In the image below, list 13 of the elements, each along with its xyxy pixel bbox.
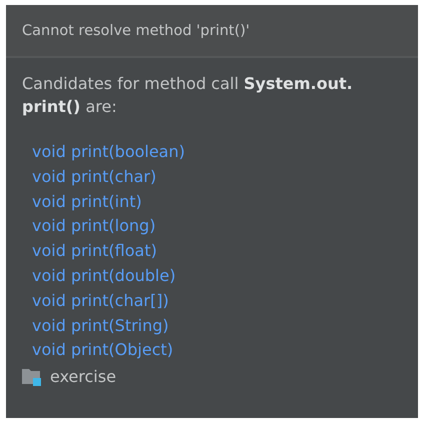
description-text: Candidates for method call System.out. print() are: xyxy=(22,73,354,118)
candidate-link[interactable]: void print(double) xyxy=(32,264,176,289)
candidate-link[interactable]: void print(char) xyxy=(32,164,156,190)
candidate-link[interactable]: void print(int) xyxy=(32,190,142,214)
error-title: Cannot resolve method 'print()' xyxy=(22,22,250,38)
candidate-link[interactable]: void print(long) xyxy=(32,214,156,240)
candidate-link[interactable]: void print(Object) xyxy=(32,338,174,364)
candidate-link[interactable]: void print(float) xyxy=(32,239,157,264)
candidate-link[interactable]: void print(boolean) xyxy=(32,140,185,165)
candidate-link[interactable]: void print(String) xyxy=(32,314,169,338)
candidate-link[interactable]: void print(char[]) xyxy=(32,288,169,314)
module-folder-icon xyxy=(22,368,42,386)
module-name: exercise xyxy=(50,367,116,386)
